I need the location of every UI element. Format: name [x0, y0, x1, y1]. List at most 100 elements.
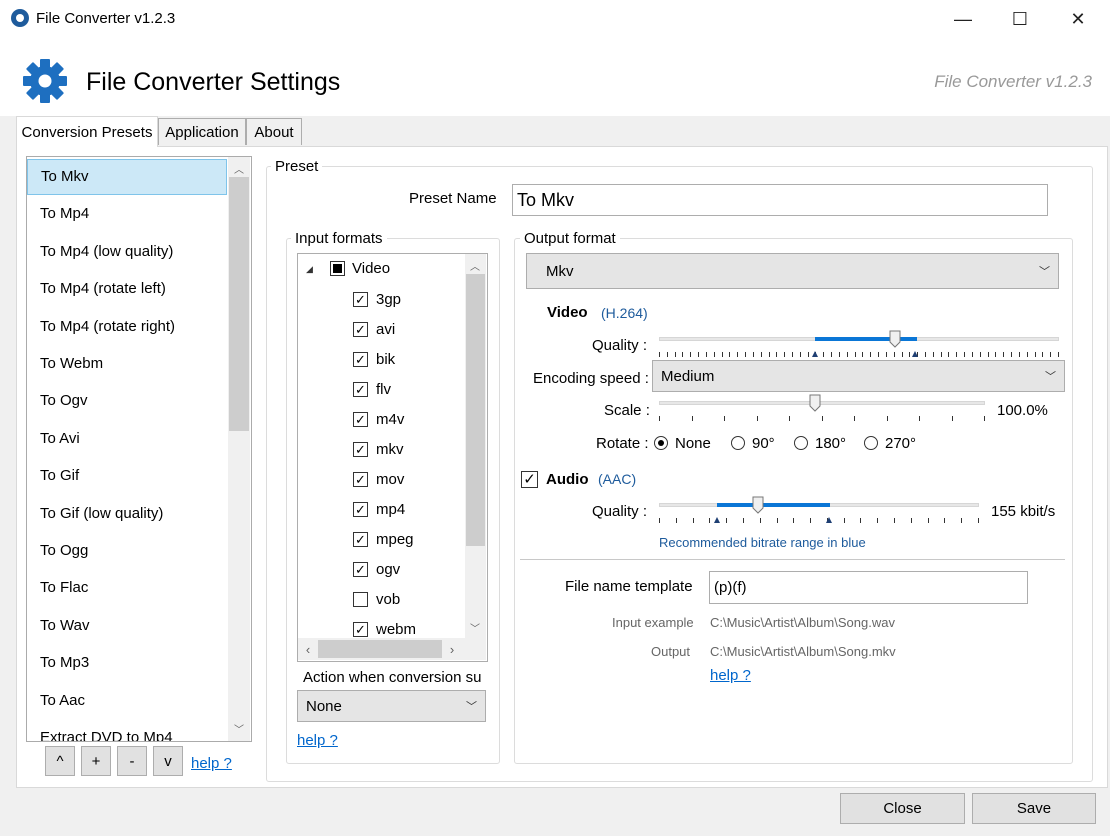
slider-tick [894, 518, 896, 523]
slider-tick [870, 352, 872, 357]
video-codec-label: (H.264) [601, 305, 648, 321]
scrollbar-thumb[interactable] [466, 274, 485, 546]
slider-tick [927, 518, 929, 523]
format-checkbox[interactable] [353, 592, 368, 607]
slider-thumb[interactable] [752, 496, 764, 514]
preset-item[interactable]: To Mp4 (rotate left) [27, 271, 227, 307]
format-checkbox[interactable]: ✓ [353, 472, 368, 487]
move-down-button[interactable]: v [153, 746, 183, 776]
tab-conversion-presets[interactable]: Conversion Presets [16, 116, 158, 147]
video-quality-slider[interactable] [659, 330, 1059, 362]
scroll-up-icon[interactable]: ︿ [231, 161, 247, 176]
output-example-label: Output [651, 644, 691, 659]
preset-item[interactable]: To Flac [27, 570, 227, 606]
scroll-down-icon[interactable]: ﹀ [467, 620, 483, 635]
format-checkbox[interactable]: ✓ [353, 412, 368, 427]
slider-tick [1011, 352, 1013, 357]
preset-item[interactable]: To Aac [27, 683, 227, 719]
format-checkbox[interactable]: ✓ [353, 382, 368, 397]
slider-tick [1018, 352, 1020, 357]
close-button[interactable]: Close [840, 793, 965, 824]
video-quality-label: Quality : [592, 337, 648, 354]
add-preset-button[interactable]: + [81, 746, 111, 776]
preset-list-scrollbar[interactable]: ︿ ﹀ [228, 157, 250, 741]
preset-item[interactable]: To Gif [27, 458, 227, 494]
action-label: Action when conversion su [303, 669, 482, 686]
formats-vertical-scrollbar[interactable]: ︿ ﹀ [465, 254, 486, 638]
encoding-speed-select[interactable]: Medium ﹀ [652, 360, 1065, 392]
preset-name-input[interactable] [512, 184, 1048, 216]
preset-item[interactable]: To Mkv [27, 159, 227, 195]
template-input[interactable] [709, 571, 1028, 604]
tab-application[interactable]: Application [158, 118, 246, 145]
tab-about[interactable]: About [246, 118, 302, 145]
rotate-radio[interactable] [864, 436, 878, 450]
format-checkbox[interactable]: ✓ [353, 622, 368, 637]
preset-item[interactable]: To Mp4 (rotate right) [27, 309, 227, 345]
video-category-checkbox[interactable] [330, 261, 345, 276]
action-select[interactable]: None ﹀ [297, 690, 486, 722]
slider-track [659, 401, 985, 405]
scrollbar-thumb[interactable] [229, 177, 249, 431]
slider-thumb[interactable] [809, 394, 821, 412]
preset-item[interactable]: To Ogv [27, 383, 227, 419]
format-label: avi [376, 321, 396, 338]
input-formats-help-link[interactable]: help ? [297, 732, 338, 749]
format-checkbox[interactable]: ✓ [353, 502, 368, 517]
tree-collapse-icon[interactable]: ◢ [306, 264, 313, 275]
maximize-button[interactable]: ☐ [992, 0, 1048, 38]
input-formats-tree[interactable]: ◢ Video ✓ 3gp ✓ avi ✓ bik ✓ flv ✓ m4v ✓ mkv ✓ mov ✓ mp4… [297, 253, 488, 662]
slider-tick [910, 518, 912, 523]
rotate-option-label: 270° [885, 435, 917, 452]
rotate-radio[interactable] [794, 436, 808, 450]
scroll-down-icon[interactable]: ﹀ [231, 721, 247, 736]
audio-checkbox[interactable]: ✓ [521, 471, 538, 488]
rotate-radio[interactable] [731, 436, 745, 450]
format-checkbox[interactable]: ✓ [353, 352, 368, 367]
slider-tick [956, 352, 958, 357]
range-marker [713, 517, 720, 523]
close-window-button[interactable]: ✕ [1050, 0, 1106, 38]
format-label: webm [376, 621, 417, 638]
rotate-radio[interactable] [654, 436, 668, 450]
slider-tick [979, 352, 981, 357]
slider-tick [799, 352, 801, 357]
preset-item[interactable]: To Mp4 [27, 196, 227, 232]
preset-item[interactable]: To Webm [27, 346, 227, 382]
format-checkbox[interactable]: ✓ [353, 322, 368, 337]
format-checkbox[interactable]: ✓ [353, 442, 368, 457]
slider-tick [961, 518, 963, 523]
format-checkbox[interactable]: ✓ [353, 532, 368, 547]
slider-tick [860, 518, 862, 523]
preset-item[interactable]: To Ogg [27, 533, 227, 569]
slider-tick [978, 518, 979, 523]
scale-slider[interactable] [659, 394, 985, 426]
title-bar: File Converter v1.2.3 — ☐ ✕ [0, 0, 1110, 38]
save-button[interactable]: Save [972, 793, 1096, 824]
format-checkbox[interactable]: ✓ [353, 292, 368, 307]
preset-item[interactable]: To Gif (low quality) [27, 496, 227, 532]
formats-horizontal-scrollbar[interactable]: ‹ › [298, 638, 486, 660]
slider-tick [756, 416, 758, 421]
minimize-button[interactable]: — [935, 0, 991, 38]
slider-tick [759, 518, 761, 523]
presets-help-link[interactable]: help ? [191, 755, 232, 772]
scroll-up-icon[interactable]: ︿ [467, 258, 483, 273]
preset-item[interactable]: To Mp4 (low quality) [27, 234, 227, 270]
scroll-left-icon[interactable]: ‹ [300, 642, 316, 657]
preset-item[interactable]: To Mp3 [27, 645, 227, 681]
move-up-button[interactable]: ^ [45, 746, 75, 776]
preset-list[interactable]: To Mkv To Mp4 To Mp4 (low quality) To Mp4 (… [26, 156, 252, 742]
scroll-right-icon[interactable]: › [444, 642, 460, 657]
preset-item[interactable]: Extract DVD to Mp4 [27, 720, 227, 741]
output-format-select[interactable]: Mkv ﹀ [526, 253, 1059, 289]
format-checkbox[interactable]: ✓ [353, 562, 368, 577]
preset-item[interactable]: To Avi [27, 421, 227, 457]
slider-thumb[interactable] [889, 330, 901, 348]
audio-quality-slider[interactable] [659, 496, 979, 528]
scrollbar-thumb[interactable] [318, 640, 442, 658]
slider-tick [692, 518, 694, 523]
remove-preset-button[interactable]: - [117, 746, 147, 776]
output-help-link[interactable]: help ? [710, 667, 751, 684]
preset-item[interactable]: To Wav [27, 608, 227, 644]
